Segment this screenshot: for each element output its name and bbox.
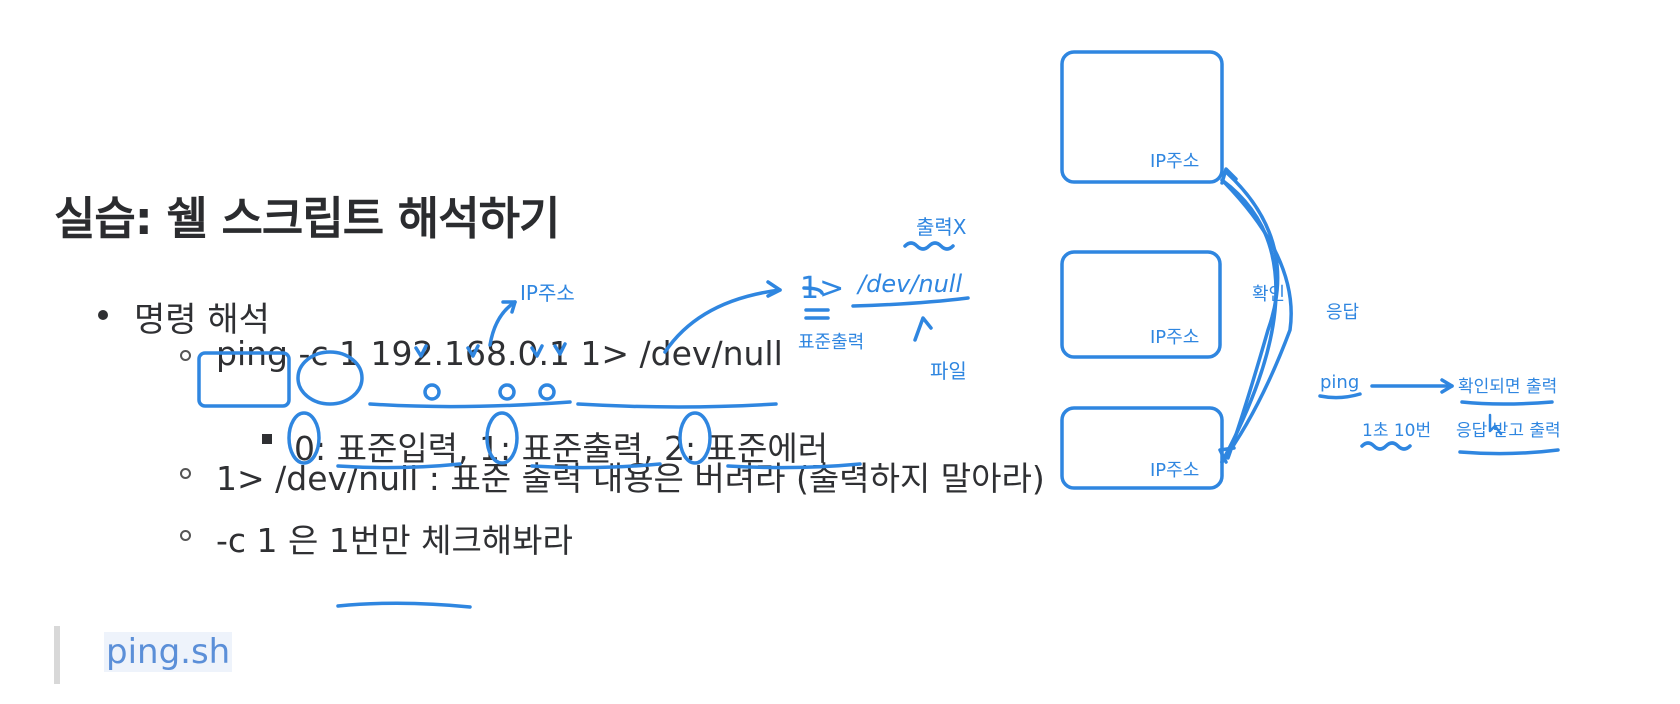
- note-confirm-output: 확인되면 출력: [1458, 377, 1557, 397]
- note-no-output: 출력X: [916, 215, 967, 239]
- ip-underline: [368, 400, 572, 409]
- note-response: 응답: [1326, 302, 1359, 323]
- note-redirect: 1>: [800, 271, 844, 306]
- note-ping: ping: [1320, 372, 1359, 393]
- host-box-2: [1060, 250, 1222, 359]
- note-confirm: 확인: [1252, 284, 1285, 305]
- note-once-ten: 1초 10번: [1362, 421, 1431, 441]
- ip-label-2: IP주소: [1150, 327, 1199, 348]
- note-file: 파일: [930, 359, 967, 383]
- note-ip: IP주소: [520, 281, 575, 305]
- ip-label-3: IP주소: [1150, 460, 1199, 481]
- code-file-name[interactable]: ping.sh: [104, 632, 233, 672]
- sub-bullet-ring: [180, 350, 191, 361]
- note-devnull: /dev/null: [856, 270, 962, 298]
- note-stdout: 표준출력: [798, 332, 864, 353]
- host-box-1: [1060, 50, 1224, 184]
- host-box-3: [1060, 406, 1224, 490]
- sub-sub-bullet-square: [262, 434, 272, 444]
- sub-bullet-ring: [180, 468, 191, 479]
- count-text: -c 1 은 1번만 체크해봐라: [216, 521, 573, 560]
- note-response-output: 응답 받고 출력: [1456, 421, 1561, 441]
- bullet-dot: [98, 310, 108, 320]
- ip-label-1: IP주소: [1150, 151, 1199, 172]
- command-text: ping -c 1 192.168.0.1 1> /dev/null: [216, 334, 783, 373]
- redirect-text: 1> /dev/null : 표준 출력 내용은 버려라 (출력하지 말아라): [216, 459, 1045, 498]
- sub-bullet-ring: [180, 530, 191, 541]
- page-title: 실습: 쉘 스크립트 해석하기: [54, 192, 560, 245]
- code-block-bar: [54, 626, 60, 684]
